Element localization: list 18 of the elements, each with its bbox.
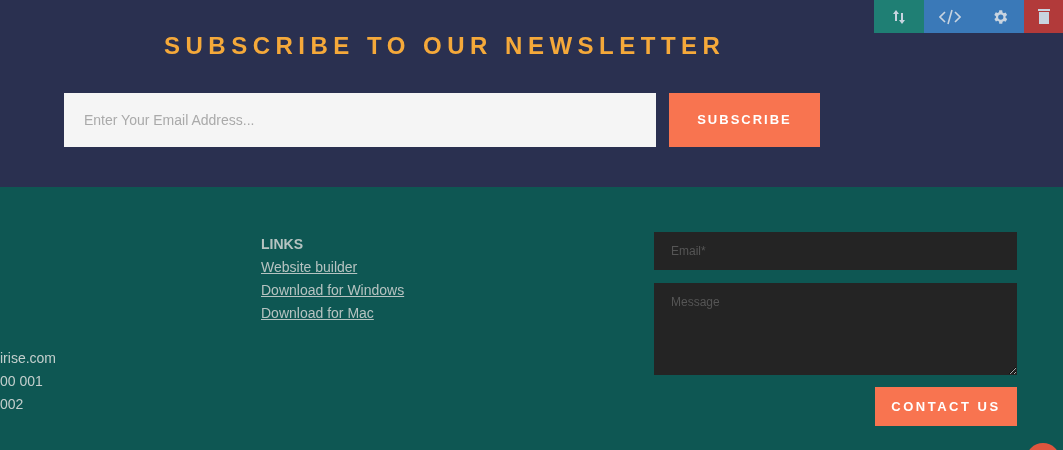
- subscribe-button[interactable]: SUBSCRIBE: [669, 93, 820, 147]
- contact-info-text: 002: [0, 395, 25, 414]
- footer-link[interactable]: Website builder: [261, 256, 358, 279]
- settings-button[interactable]: [975, 0, 1024, 33]
- newsletter-title: SUBSCRIBE TO OUR NEWSLETTER: [164, 31, 726, 61]
- delete-button[interactable]: [1024, 0, 1063, 33]
- footer-link[interactable]: Download for Windows: [261, 279, 405, 302]
- contact-button[interactable]: CONTACT US: [875, 387, 1017, 426]
- footer-link[interactable]: Download for Mac: [261, 302, 374, 325]
- code-icon: [938, 8, 961, 25]
- trash-icon: [1037, 9, 1050, 24]
- contact-info-text: irise.com: [0, 349, 56, 368]
- contact-info-text: 00 001: [0, 372, 44, 391]
- move-button[interactable]: [874, 0, 924, 33]
- sort-arrows-icon: [893, 8, 905, 25]
- email-field[interactable]: Enter Your Email Address...: [64, 93, 656, 147]
- code-button[interactable]: [924, 0, 975, 33]
- links-heading: LINKS: [261, 235, 303, 254]
